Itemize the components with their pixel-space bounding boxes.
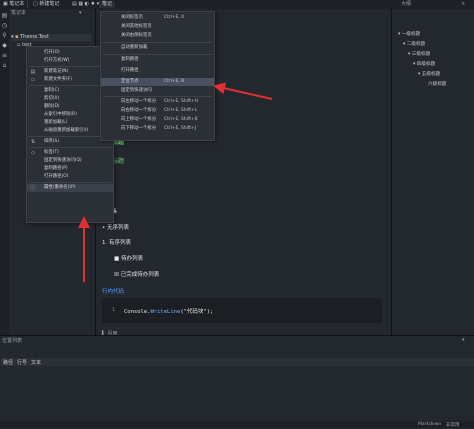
folder-icon: ▪ bbox=[15, 34, 19, 40]
separator bbox=[29, 136, 111, 137]
notebook-icon: ▣ bbox=[3, 1, 8, 7]
menu-item-pin-quick-access[interactable]: 固定到快速访问(Q) bbox=[27, 157, 113, 165]
menu-item-move-right[interactable]: 向右移动一个拆分 Ctrl+E, Shift+L bbox=[101, 107, 214, 115]
file-icon: ▫ bbox=[17, 42, 21, 48]
status-encoding: 非常用 bbox=[446, 423, 460, 428]
checkbox-icon[interactable]: ■ bbox=[114, 256, 119, 262]
new-note-icon: ▢ bbox=[33, 1, 38, 7]
ordered-list-item: 1. 有序列表 bbox=[102, 240, 131, 246]
outline-panel: ▾ 一级标题 ▾ 二级标题 ▾ 三级标题 ▾ 四级标题 ▾ 五级标题 六级标题 bbox=[391, 9, 474, 335]
inline-code: 行内代码 bbox=[102, 289, 125, 295]
separator bbox=[103, 54, 212, 55]
location-list-panel: 位置列表 ▾ 路径 行号 文本 bbox=[0, 335, 474, 429]
outline-item[interactable]: 六级标题 bbox=[428, 81, 446, 88]
tag-icon: ◇ bbox=[31, 150, 35, 156]
menu-item-auto-reload[interactable]: 自动重新加载 bbox=[101, 44, 214, 52]
notebook-menu[interactable]: ▣ 笔记本 bbox=[0, 1, 27, 8]
tab-context-menu: 关闭标签页 Ctrl+E, X 关闭其他标签页 关闭右侧标签页 自动重新加载 复制… bbox=[100, 11, 215, 141]
unordered-list-item: • 无序列表 bbox=[102, 225, 130, 231]
menu-item-open-path[interactable]: 打开路径 bbox=[101, 67, 214, 75]
toolbar-icons[interactable]: ▤ ▦ ◐ ♦ ▾ bbox=[69, 1, 102, 8]
outline-item[interactable]: ▾ 二级标题 bbox=[403, 41, 425, 48]
menu-item-properties[interactable]: ⓘ 属性(重命名)(P) bbox=[27, 184, 113, 192]
menu-item-tags[interactable]: ◇ 标签(T) bbox=[27, 149, 113, 157]
menu-item-move-up[interactable]: 向上移动一个拆分 Ctrl+E, Shift+K bbox=[101, 116, 214, 124]
table-header: 路径 行号 文本 bbox=[0, 358, 474, 366]
outline-title: 大纲 bbox=[401, 1, 412, 7]
notebook-panel-icon[interactable]: ▤ bbox=[1, 12, 8, 19]
folder-icon: ▭ bbox=[30, 77, 36, 83]
menu-item-close-tab[interactable]: 关闭标签页 Ctrl+E, X bbox=[101, 14, 214, 22]
menu-item-move-down[interactable]: 向下移动一个拆分 Ctrl+E, Shift+J bbox=[101, 125, 214, 133]
outline-item[interactable]: ▾ 三级标题 bbox=[408, 51, 430, 58]
close-icon[interactable]: × bbox=[458, 1, 468, 8]
separator bbox=[29, 66, 111, 67]
status-mode: Markdown bbox=[418, 422, 442, 427]
separator bbox=[103, 42, 212, 43]
panel-title: 位置列表 bbox=[2, 338, 23, 344]
explorer-actions-icon[interactable]: ▾ bbox=[79, 10, 82, 16]
separator bbox=[29, 182, 111, 183]
outline-item[interactable]: ▾ 五级标题 bbox=[418, 71, 440, 78]
status-bar: Markdown 非常用 bbox=[0, 421, 474, 428]
history-icon[interactable]: ◷ bbox=[1, 22, 8, 29]
code-block: 1 Console.WriteLine("代码块"); bbox=[102, 298, 382, 323]
tag-icon[interactable]: ◆ bbox=[1, 42, 8, 49]
sort-icon: ⇅ bbox=[30, 139, 36, 145]
separator bbox=[29, 85, 111, 86]
bullet-icon: • bbox=[102, 225, 106, 231]
menu-item-copy-path[interactable]: 复制路径 bbox=[101, 56, 214, 64]
explorer-header: 笔记本 bbox=[11, 10, 27, 16]
menu-item-pin-quick-access[interactable]: 固定到快速访问 bbox=[101, 87, 214, 95]
separator bbox=[29, 147, 111, 148]
menu-item-open-path[interactable]: 打开路径(O) bbox=[27, 173, 113, 181]
menu-item-move-left[interactable]: 向左移动一个拆分 Ctrl+E, Shift+H bbox=[101, 98, 214, 106]
search-icon[interactable]: ⚲ bbox=[1, 32, 8, 39]
tab-note[interactable]: 笔记 bbox=[99, 1, 116, 8]
chevron-down-icon: ▾ bbox=[11, 34, 14, 40]
column-header[interactable]: 路径 bbox=[3, 359, 13, 366]
todo-item-done: ☒ 已完成待办列表 bbox=[114, 272, 160, 278]
outline-item[interactable]: ▾ 一级标题 bbox=[398, 31, 420, 38]
outline-item[interactable]: ▾ 四级标题 bbox=[413, 61, 435, 68]
todo-item: ■ 待办列表 bbox=[114, 256, 143, 262]
menu-item-close-right[interactable]: 关闭右侧标签页 bbox=[101, 32, 214, 40]
menu-item-close-others[interactable]: 关闭其他标签页 bbox=[101, 23, 214, 31]
checkbox-checked-icon[interactable]: ☒ bbox=[114, 272, 119, 278]
panel-menu-icon[interactable]: ▾ bbox=[462, 337, 465, 343]
separator bbox=[103, 96, 212, 97]
separator bbox=[27, 1, 28, 8]
code-line: Console.WriteLine("代码块"); bbox=[124, 309, 214, 315]
info-icon: ⓘ bbox=[30, 185, 36, 191]
column-header[interactable]: 文本 bbox=[31, 359, 41, 366]
menu-item-locate-node[interactable]: 定位节点 Ctrl+E, B bbox=[101, 78, 214, 86]
attachment-icon[interactable]: ⌂ bbox=[1, 62, 8, 69]
snippet-icon[interactable]: ≡ bbox=[1, 52, 8, 59]
tree-item-theme-test[interactable]: ▾ ▪ Theme.Test bbox=[11, 34, 91, 41]
note-icon: ▤ bbox=[30, 69, 36, 75]
new-note-button[interactable]: ▢ 新建笔记 bbox=[30, 1, 62, 8]
column-header[interactable]: 行号 bbox=[17, 359, 27, 366]
menu-item-copy-path[interactable]: 复制路径(P) bbox=[27, 165, 113, 173]
code-line-number: 1 bbox=[112, 307, 116, 313]
